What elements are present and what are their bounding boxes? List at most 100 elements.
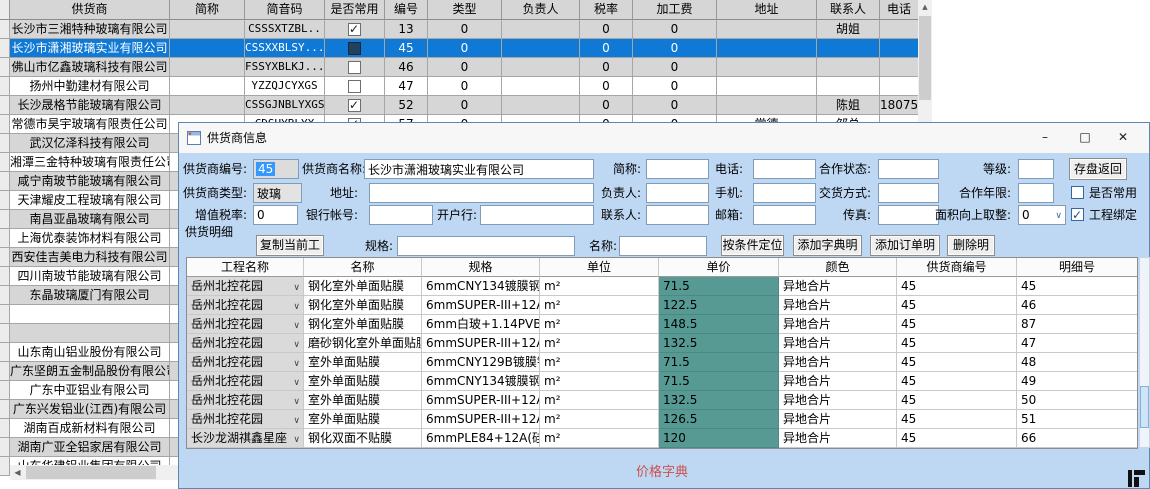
detail-row[interactable]: 岳州北控花园 室外单面贴膜 6mmSUPER-III+12A(硅... m² 1… [187,410,1137,429]
detail-row[interactable]: 长沙龙湖祺鑫星座 钢化双面不贴膜 6mmPLE84+12A(硅酮胶... m² … [187,429,1137,448]
common-use-checkbox[interactable]: 是否常用 [1071,183,1137,203]
cell-unit[interactable]: m² [540,391,659,410]
cell-supplier[interactable]: 长沙市三湘特种玻璃有限公司 [10,20,170,39]
cell-supplier[interactable]: 咸宁南玻节能玻璃有限公司 [10,172,170,191]
col-contact[interactable]: 联系人 [817,0,880,20]
cell-supplier[interactable]: 四川南玻节能玻璃有限公司 [10,267,170,286]
project-dropdown-cell[interactable]: 岳州北控花园 [187,315,304,334]
scroll-left-icon[interactable]: ◀ [10,465,25,480]
col-manager[interactable]: 负责人 [502,0,580,20]
copy-project-button[interactable]: 复制当前工程 [256,235,324,256]
supplier-no-field[interactable]: 45 [253,159,299,179]
cell-name[interactable]: 磨砂钢化室外单面贴膜 [304,334,422,353]
mobile-field[interactable] [753,183,816,203]
cell-unit[interactable]: m² [540,372,659,391]
maximize-icon[interactable]: □ [1069,123,1101,152]
col-price[interactable]: 单价 [659,258,779,277]
supplier-row[interactable]: 佛山市亿鑫玻璃科技有限公司 FSSYXBLKJ... 46 0 0 0 [0,58,918,77]
col-detail-no[interactable]: 明细号 [1017,258,1137,277]
cell-unit[interactable]: m² [540,353,659,372]
cell-price[interactable]: 71.5 [659,372,779,391]
cell-color[interactable]: 异地合片 [779,296,897,315]
common-checkbox[interactable] [348,61,361,74]
cell-color[interactable]: 异地合片 [779,410,897,429]
cell-unit[interactable]: m² [540,315,659,334]
address-field[interactable] [369,183,594,203]
cell-detail-no[interactable]: 46 [1017,296,1137,315]
supplier-name-field[interactable] [364,159,594,179]
cell-unit[interactable]: m² [540,429,659,448]
col-color[interactable]: 颜色 [779,258,897,277]
cell-unit[interactable]: m² [540,334,659,353]
cell-supplier-no[interactable]: 45 [897,296,1017,315]
cell-detail-no[interactable]: 87 [1017,315,1137,334]
detail-row[interactable]: 岳州北控花园 钢化室外单面贴膜 6mmSUPER-III+12A(硅... m²… [187,296,1137,315]
project-dropdown-cell[interactable]: 岳州北控花园 [187,391,304,410]
col-common[interactable]: 是否常用 [325,0,385,20]
cell-supplier[interactable]: 湖南百成新材料有限公司 [10,419,170,438]
cell-color[interactable]: 异地合片 [779,353,897,372]
cell-detail-no[interactable]: 49 [1017,372,1137,391]
cell-supplier-no[interactable]: 45 [897,353,1017,372]
supplier-type-field[interactable] [253,183,302,203]
cell-supplier[interactable]: 山东南山铝业股份有限公司 [10,343,170,362]
cell-detail-no[interactable]: 45 [1017,277,1137,296]
detail-row[interactable]: 岳州北控花园 钢化室外单面贴膜 6mmCNY134镀膜钢化 m² 71.5 异地… [187,277,1137,296]
project-dropdown-cell[interactable]: 岳州北控花园 [187,296,304,315]
cell-detail-no[interactable]: 51 [1017,410,1137,429]
scrollbar-thumb[interactable] [26,466,156,479]
cell-name[interactable]: 室外单面贴膜 [304,372,422,391]
scroll-up-icon[interactable]: ▲ [918,0,932,15]
cell-supplier[interactable]: 广东兴发铝业(江西)有限公司 [10,400,170,419]
add-dict-detail-button[interactable]: 添加字典明细 [793,235,862,256]
col-address[interactable]: 地址 [717,0,817,20]
project-dropdown-cell[interactable]: 岳州北控花园 [187,410,304,429]
add-order-detail-button[interactable]: 添加订单明细 [870,235,940,256]
detail-row[interactable]: 岳州北控花园 室外单面贴膜 6mmCNY129B镀膜钢化 m² 71.5 异地合… [187,353,1137,372]
cell-supplier-no[interactable]: 45 [897,410,1017,429]
cell-name[interactable]: 室外单面贴膜 [304,353,422,372]
checkbox-icon[interactable] [1071,186,1084,199]
grid-vertical-scrollbar[interactable] [1139,257,1150,448]
col-supplier-no[interactable]: 供货商编号 [897,258,1017,277]
cell-name[interactable]: 钢化室外单面贴膜 [304,315,422,334]
project-dropdown-cell[interactable]: 岳州北控花园 [187,334,304,353]
col-no[interactable]: 编号 [385,0,428,20]
grade-field[interactable] [1018,159,1054,179]
project-dropdown-cell[interactable]: 岳州北控花园 [187,277,304,296]
cell-price[interactable]: 126.5 [659,410,779,429]
contact-field[interactable] [646,205,709,225]
cell-supplier[interactable] [10,324,170,343]
detail-row[interactable]: 岳州北控花园 室外单面贴膜 6mmSUPER-III+12A(硅... m² 1… [187,391,1137,410]
cell-unit[interactable]: m² [540,410,659,429]
cell-name[interactable]: 室外单面贴膜 [304,410,422,429]
dialog-titlebar[interactable]: 供货商信息 – □ ✕ [179,123,1149,153]
col-fee[interactable]: 加工费 [633,0,717,20]
cell-detail-no[interactable]: 66 [1017,429,1137,448]
col-project[interactable]: 工程名称 [187,258,304,277]
cell-spec[interactable]: 6mmSUPER-III+12A(硅... [422,296,540,315]
abbr-field[interactable] [646,159,709,179]
cell-supplier-no[interactable]: 45 [897,315,1017,334]
cell-supplier[interactable]: 广东中亚铝业有限公司 [10,381,170,400]
scrollbar-thumb[interactable] [1140,386,1149,428]
cell-unit[interactable]: m² [540,277,659,296]
col-abbr[interactable]: 简称 [170,0,245,20]
cell-color[interactable]: 异地合片 [779,315,897,334]
supplier-row[interactable]: 扬州中勤建材有限公司 YZZQJCYXGS 47 0 0 0 [0,77,918,96]
coop-status-field[interactable] [878,159,939,179]
cell-supplier[interactable] [10,305,170,324]
cell-unit[interactable]: m² [540,296,659,315]
vat-field[interactable] [253,205,298,225]
col-type[interactable]: 类型 [428,0,502,20]
cell-spec[interactable]: 6mmSUPER-III+12A(硅... [422,334,540,353]
cell-price[interactable]: 71.5 [659,353,779,372]
cell-spec[interactable]: 6mmCNY134镀膜钢化 [422,372,540,391]
round-up-combobox[interactable]: 0 [1018,205,1066,225]
col-unit[interactable]: 单位 [540,258,659,277]
cell-supplier[interactable]: 扬州中勤建材有限公司 [10,77,170,96]
bank-field[interactable] [480,205,594,225]
cell-spec[interactable]: 6mmCNY129B镀膜钢化 [422,353,540,372]
col-phone[interactable]: 电话 [880,0,918,20]
manager-field[interactable] [646,183,709,203]
